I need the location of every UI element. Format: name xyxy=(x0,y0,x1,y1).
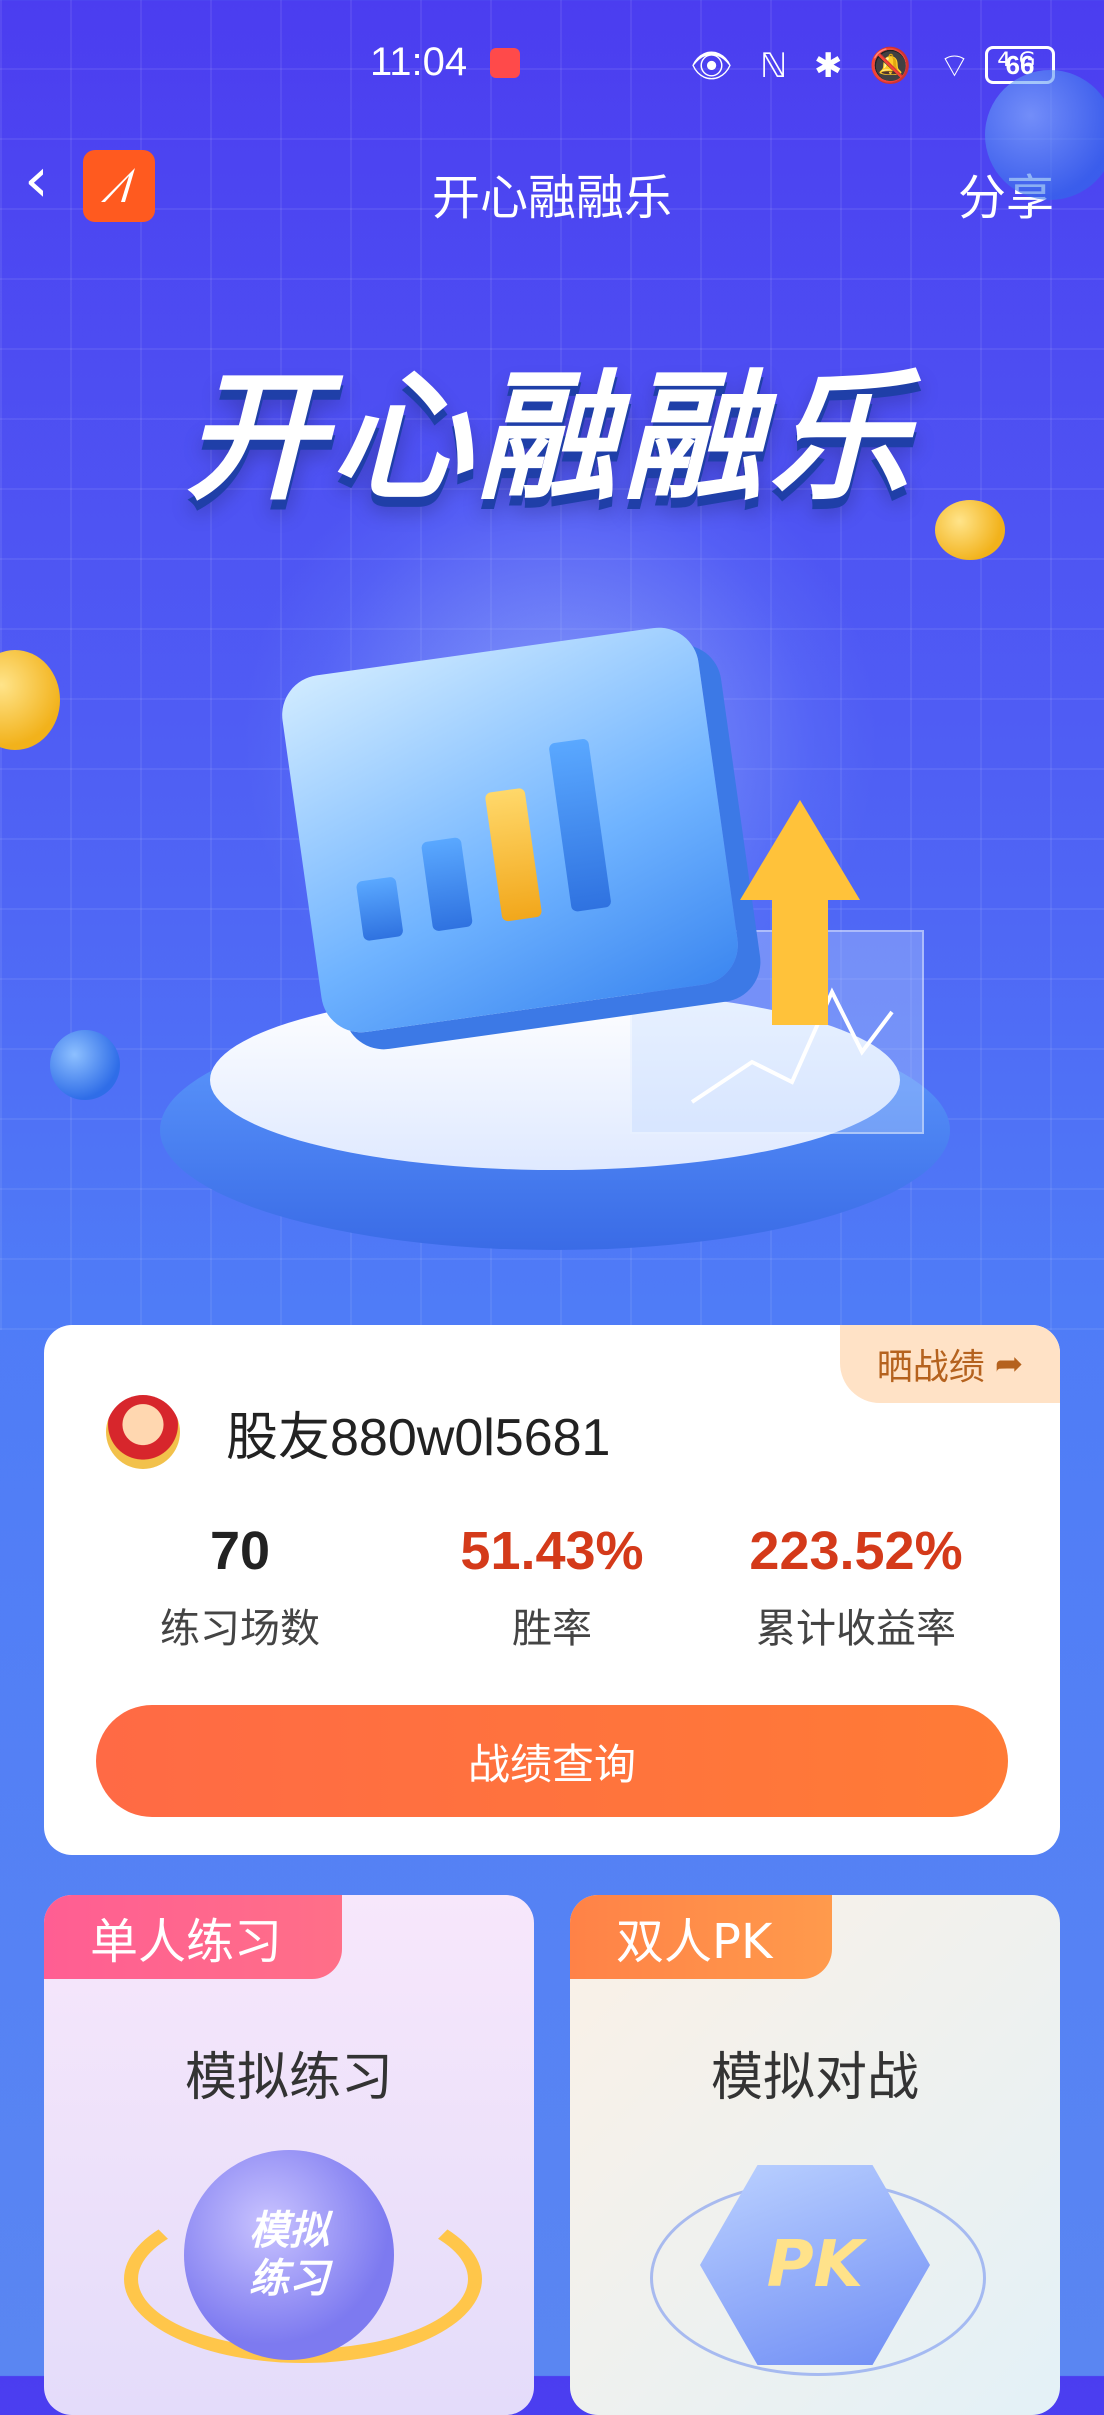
page-title: 开心融融乐 xyxy=(431,170,672,226)
pk-title: 模拟对战 xyxy=(710,2048,919,2108)
stat-value: 70 xyxy=(209,1521,271,1581)
practice-emblem-text: 模拟 练习 xyxy=(249,2208,329,2302)
bar-icon xyxy=(548,738,612,913)
coin-icon xyxy=(935,500,1005,560)
single-practice-card[interactable]: 单人练习 模拟练习 模拟 练习 xyxy=(44,1895,534,2415)
pk-battle-card[interactable]: 双人PK 模拟对战 PK xyxy=(570,1895,1060,2415)
single-practice-tag: 单人练习 xyxy=(44,1895,343,1979)
share-arrow-icon: ➦ xyxy=(994,1344,1024,1384)
up-arrow-stem xyxy=(772,895,828,1025)
status-bar: 11:04 👁 ℕ ✱ 🔕 ⌔ ⁴ᴳ 66 xyxy=(0,40,1104,100)
stat-win-rate: 51.43% 胜率 xyxy=(402,1520,702,1654)
bar-icon xyxy=(355,876,404,942)
show-results-button[interactable]: 晒战绩 ➦ xyxy=(840,1325,1060,1403)
bar-icon xyxy=(420,836,474,932)
profile-card: 晒战绩 ➦ 股友880w0l5681 70 练习场数 51.43% 胜率 223… xyxy=(44,1325,1060,1855)
single-practice-title: 模拟练习 xyxy=(184,2048,393,2108)
query-results-button[interactable]: 战绩查询 xyxy=(96,1705,1008,1817)
stat-value: 51.43% xyxy=(460,1521,644,1581)
huawei-notification-icon xyxy=(490,48,520,78)
stat-cumulative-return: 223.52% 累计收益率 xyxy=(706,1520,1006,1654)
stat-value: 223.52% xyxy=(749,1521,963,1581)
bar-icon xyxy=(484,787,543,922)
username: 股友880w0l5681 xyxy=(226,1409,611,1467)
stat-practice-count: 70 练习场数 xyxy=(90,1520,390,1654)
hero-title: 开心融融乐 xyxy=(184,357,915,520)
stat-label: 累计收益率 xyxy=(756,1606,956,1652)
sphere-decoration xyxy=(50,1030,120,1100)
status-time: 11:04 xyxy=(370,40,468,84)
nav-bar: ‹ 开心融融乐 分享 xyxy=(0,140,1104,230)
practice-emblem-icon: 模拟 练习 xyxy=(184,2150,394,2360)
up-arrow-icon xyxy=(740,800,860,900)
stat-label: 胜率 xyxy=(512,1606,592,1652)
stat-label: 练习场数 xyxy=(160,1606,320,1652)
show-results-label: 晒战绩 xyxy=(876,1347,985,1388)
sphere-decoration xyxy=(985,70,1104,200)
avatar[interactable] xyxy=(106,1395,180,1469)
bar-chart-board-illustration xyxy=(276,622,744,1038)
pk-emblem-text: PK xyxy=(766,2228,864,2302)
pk-tag: 双人PK xyxy=(570,1895,833,1979)
